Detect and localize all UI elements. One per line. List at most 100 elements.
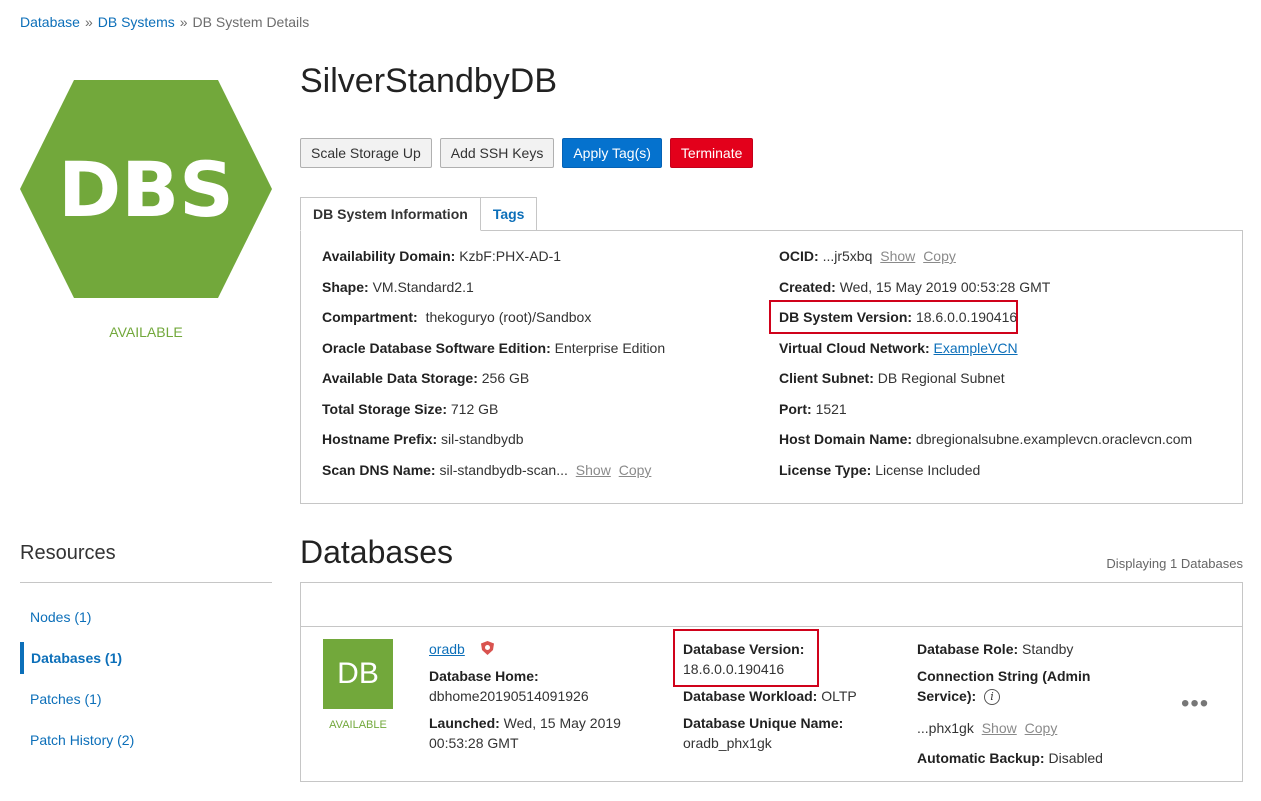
resource-databases[interactable]: Databases (1) (20, 642, 272, 674)
row-actions-menu-icon[interactable]: ••• (1181, 692, 1209, 716)
field-label: Connection String (Admin (917, 668, 1091, 684)
detail-tabs: DB System Information Tags (300, 197, 538, 231)
breadcrumb: Database» DB Systems» DB System Details (20, 14, 309, 30)
vcn-link[interactable]: ExampleVCN (934, 340, 1018, 356)
field-value: 00:53:28 GMT (429, 735, 519, 751)
info-license-type: License Type: License Included (779, 462, 980, 478)
field-value: oradb_phx1gk (683, 735, 772, 751)
info-label: Shape: (322, 279, 369, 295)
info-label: Scan DNS Name: (322, 462, 436, 478)
info-port: Port: 1521 (779, 401, 847, 417)
info-host-domain: Host Domain Name: dbregionalsubne.exampl… (779, 431, 1192, 447)
field-value: Disabled (1048, 750, 1103, 766)
info-value: 712 GB (450, 401, 499, 417)
info-label: Availability Domain: (322, 248, 456, 264)
info-value: VM.Standard2.1 (372, 279, 474, 295)
info-shape: Shape: VM.Standard2.1 (322, 279, 474, 295)
shield-icon (480, 640, 494, 660)
add-ssh-keys-button[interactable]: Add SSH Keys (439, 138, 555, 168)
field-value: Wed, 15 May 2019 (503, 715, 621, 731)
database-name-link[interactable]: oradb (429, 641, 465, 657)
database-home: Database Home: dbhome20190514091926 (429, 666, 589, 706)
info-availability-domain: Availability Domain: KzbF:PHX-AD-1 (322, 248, 561, 264)
info-ocid: OCID: ...jr5xbq Show Copy (779, 248, 956, 264)
info-label: Created: (779, 279, 836, 295)
connection-show-link[interactable]: Show (982, 720, 1017, 736)
info-value: 1521 (815, 401, 847, 417)
resources-title: Resources (20, 542, 116, 564)
db-system-version-highlight (769, 300, 1018, 334)
info-label: Available Data Storage: (322, 370, 478, 386)
databases-title: Databases (300, 534, 453, 570)
info-value: sil-standbydb (441, 431, 524, 447)
field-label: Database Home: (429, 668, 539, 684)
resource-nodes[interactable]: Nodes (1) (20, 601, 272, 633)
info-value: Enterprise Edition (554, 340, 666, 356)
field-label: Automatic Backup: (917, 750, 1045, 766)
resources-divider (20, 582, 272, 583)
resource-patch-history[interactable]: Patch History (2) (20, 724, 272, 756)
tab-tags[interactable]: Tags (480, 197, 538, 231)
database-tile-icon: DB (323, 639, 393, 709)
database-workload: Database Workload: OLTP (683, 686, 857, 706)
breadcrumb-separator: » (84, 14, 93, 30)
info-value: sil-standbydb-scan... (439, 462, 568, 478)
field-value: OLTP (821, 688, 857, 704)
info-value: DB Regional Subnet (877, 370, 1005, 386)
info-label: Virtual Cloud Network: (779, 340, 930, 356)
field-value: Standby (1022, 641, 1074, 657)
db-system-info-panel: Availability Domain: KzbF:PHX-AD-1 Shape… (300, 230, 1243, 504)
info-client-subnet: Client Subnet: DB Regional Subnet (779, 370, 1005, 386)
databases-table-header (301, 583, 1242, 627)
field-label: Database Unique Name: (683, 715, 844, 731)
info-software-edition: Oracle Database Software Edition: Enterp… (322, 340, 665, 356)
breadcrumb-db-systems-link[interactable]: DB Systems (98, 14, 175, 30)
resource-patches[interactable]: Patches (1) (20, 683, 272, 715)
database-unique-name: Database Unique Name: oradb_phx1gk (683, 713, 843, 753)
scan-dns-show-link[interactable]: Show (576, 462, 611, 478)
page-title: SilverStandbyDB (300, 62, 558, 100)
field-label: Service): (917, 688, 977, 704)
info-label: Host Domain Name: (779, 431, 913, 447)
breadcrumb-database-link[interactable]: Database (20, 14, 80, 30)
info-available-storage: Available Data Storage: 256 GB (322, 370, 529, 386)
info-created: Created: Wed, 15 May 2019 00:53:28 GMT (779, 279, 1050, 295)
ocid-show-link[interactable]: Show (880, 248, 915, 264)
databases-count: Displaying 1 Databases (1106, 556, 1243, 571)
field-value: ...phx1gk (917, 720, 974, 736)
info-value: KzbF:PHX-AD-1 (459, 248, 562, 264)
info-value: ...jr5xbq (822, 248, 873, 264)
system-status: AVAILABLE (109, 324, 183, 340)
info-label: Oracle Database Software Edition: (322, 340, 551, 356)
field-label: Database Role: (917, 641, 1019, 657)
hexagon-logo-text: DBS (58, 145, 234, 234)
database-version-highlight (673, 629, 819, 687)
field-label: Database Workload: (683, 688, 818, 704)
database-automatic-backup: Automatic Backup: Disabled (917, 748, 1103, 768)
field-label: Launched: (429, 715, 500, 731)
database-launched: Launched: Wed, 15 May 2019 00:53:28 GMT (429, 713, 621, 753)
info-icon[interactable]: i (984, 689, 1001, 706)
info-value: Wed, 15 May 2019 00:53:28 GMT (839, 279, 1051, 295)
breadcrumb-current: DB System Details (192, 14, 310, 30)
scan-dns-copy-link[interactable]: Copy (619, 462, 652, 478)
info-label: Compartment: (322, 309, 418, 325)
scale-storage-up-button[interactable]: Scale Storage Up (300, 138, 432, 168)
info-value: License Included (875, 462, 981, 478)
terminate-button[interactable]: Terminate (669, 138, 754, 168)
info-compartment: Compartment: thekoguryo (root)/Sandbox (322, 309, 591, 325)
info-label: Client Subnet: (779, 370, 874, 386)
apply-tags-button[interactable]: Apply Tag(s) (562, 138, 662, 168)
info-vcn: Virtual Cloud Network: ExampleVCN (779, 340, 1018, 356)
database-role: Database Role: Standby (917, 639, 1073, 659)
tab-db-system-information[interactable]: DB System Information (300, 197, 481, 231)
field-value: dbhome20190514091926 (429, 688, 589, 704)
ocid-copy-link[interactable]: Copy (923, 248, 956, 264)
database-connection-value: ...phx1gk Show Copy (917, 718, 1057, 738)
connection-copy-link[interactable]: Copy (1025, 720, 1058, 736)
db-system-hexagon-logo: DBS (20, 80, 272, 298)
info-value: 256 GB (481, 370, 530, 386)
info-scan-dns: Scan DNS Name: sil-standbydb-scan... Sho… (322, 462, 651, 478)
info-value: thekoguryo (root)/Sandbox (425, 309, 592, 325)
breadcrumb-separator: » (179, 14, 188, 30)
